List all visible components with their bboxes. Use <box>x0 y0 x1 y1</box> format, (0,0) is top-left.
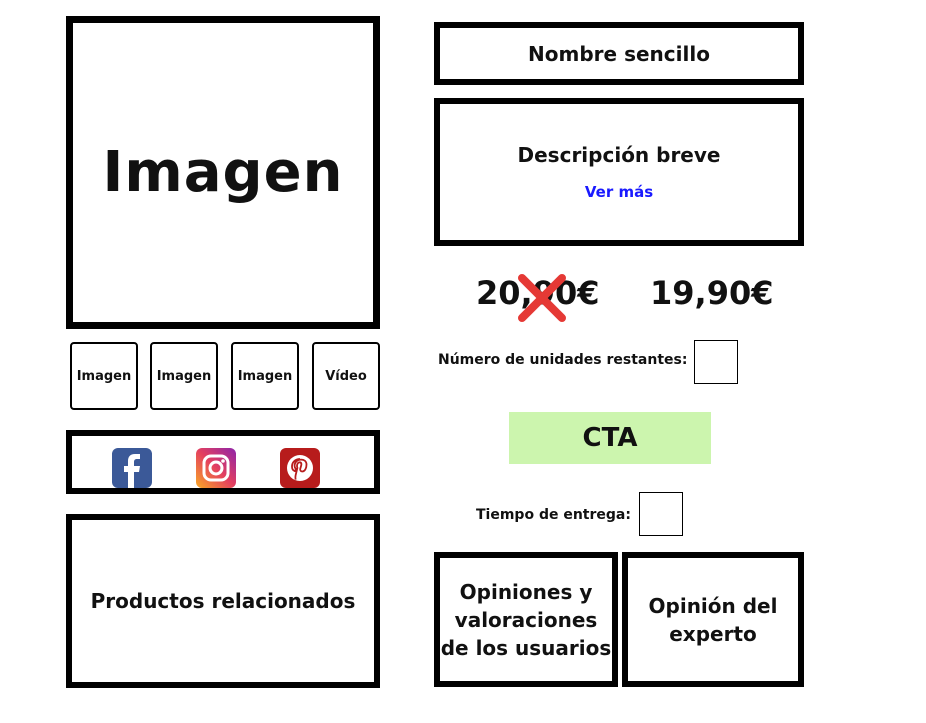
current-price: 19,90€ <box>650 274 774 312</box>
product-description: Descripción breve <box>517 143 721 167</box>
thumbnail-label: Vídeo <box>325 368 367 384</box>
product-description-box: Descripción breve Ver más <box>434 98 804 246</box>
thumbnail-label: Imagen <box>156 368 212 384</box>
remaining-units-value-box <box>694 340 738 384</box>
thumbnail-image-2[interactable]: Imagen <box>150 342 218 410</box>
pinterest-icon[interactable] <box>280 448 320 488</box>
user-reviews-label: Opiniones y valoraciones de los usuarios <box>440 579 612 660</box>
strike-x-icon <box>518 274 566 322</box>
see-more-link[interactable]: Ver más <box>585 183 653 201</box>
thumbnail-video[interactable]: Vídeo <box>312 342 380 410</box>
thumbnail-image-1[interactable]: Imagen <box>70 342 138 410</box>
expert-opinion-label: Opinión del experto <box>648 593 778 646</box>
remaining-units-label: Número de unidades restantes: <box>438 352 688 368</box>
delivery-time-value-box <box>639 492 683 536</box>
thumbnail-label: Imagen <box>76 368 132 384</box>
social-share-bar <box>66 430 380 494</box>
facebook-icon[interactable] <box>112 448 152 488</box>
product-name-box: Nombre sencillo <box>434 22 804 85</box>
expert-opinion-panel[interactable]: Opinión del experto <box>622 552 804 687</box>
product-name: Nombre sencillo <box>528 41 710 66</box>
cta-button[interactable]: CTA <box>509 412 711 464</box>
main-image-label: Imagen <box>102 140 344 205</box>
thumbnail-image-3[interactable]: Imagen <box>231 342 299 410</box>
related-products-label: Productos relacionados <box>90 589 356 613</box>
related-products-panel[interactable]: Productos relacionados <box>66 514 380 688</box>
main-product-image[interactable]: Imagen <box>66 16 380 329</box>
thumbnail-label: Imagen <box>237 368 293 384</box>
user-reviews-panel[interactable]: Opiniones y valoraciones de los usuarios <box>434 552 618 687</box>
cta-label: CTA <box>582 423 638 453</box>
instagram-icon[interactable] <box>196 448 236 488</box>
delivery-time-label: Tiempo de entrega: <box>476 507 631 523</box>
